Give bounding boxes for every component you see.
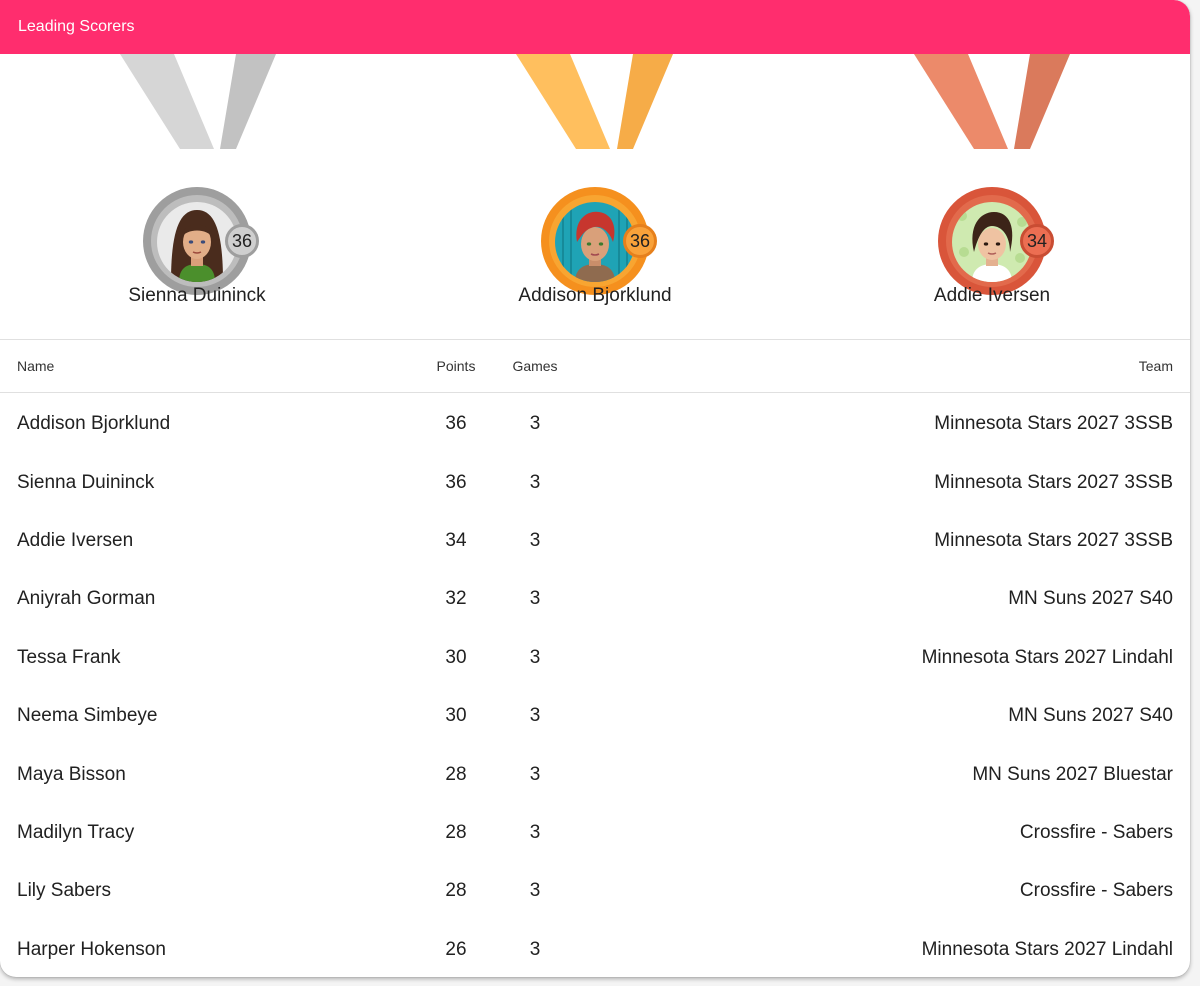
cell-games: 3 xyxy=(529,880,541,902)
column-header-points[interactable]: Points xyxy=(407,340,505,393)
medal-gold[interactable]: 36 Addison Bjorklund xyxy=(445,54,745,339)
cell-points: 34 xyxy=(445,529,467,551)
cell-team: MN Suns 2027 S40 xyxy=(1008,588,1173,610)
cell-team: MN Suns 2027 Bluestar xyxy=(972,763,1173,785)
cell-games: 3 xyxy=(529,763,541,785)
card-header: Leading Scorers xyxy=(0,0,1190,54)
cell-name: Lily Sabers xyxy=(17,880,111,902)
cell-points: 36 xyxy=(445,471,467,493)
cell-games: 3 xyxy=(529,938,541,960)
cell-name: Maya Bisson xyxy=(17,763,126,785)
points-badge: 36 xyxy=(623,224,657,258)
cell-points: 28 xyxy=(445,821,467,843)
podium: 36 Sienna Duininck 36 Addison Bjorklund … xyxy=(0,54,1190,340)
cell-team: Minnesota Stars 2027 3SSB xyxy=(934,471,1173,493)
cell-games: 3 xyxy=(529,705,541,727)
table-row[interactable]: Madilyn Tracy 28 3 Crossfire - Sabers xyxy=(0,804,1190,862)
points-badge: 34 xyxy=(1020,224,1054,258)
cell-games: 3 xyxy=(529,471,541,493)
cell-points: 30 xyxy=(445,646,467,668)
table-row[interactable]: Aniyrah Gorman 32 3 MN Suns 2027 S40 xyxy=(0,570,1190,628)
card-title: Leading Scorers xyxy=(18,18,135,35)
table-row[interactable]: Lily Sabers 28 3 Crossfire - Sabers xyxy=(0,862,1190,920)
cell-games: 3 xyxy=(529,646,541,668)
cell-name: Addison Bjorklund xyxy=(17,413,171,435)
cell-team: Crossfire - Sabers xyxy=(1019,821,1173,843)
medal-bronze[interactable]: 34 Addie Iversen xyxy=(842,54,1142,339)
table-row[interactable]: Harper Hokenson 26 3 Minnesota Stars 202… xyxy=(0,921,1190,977)
cell-games: 3 xyxy=(529,588,541,610)
cell-team: Crossfire - Sabers xyxy=(1019,880,1173,902)
table-row[interactable]: Addie Iversen 34 3 Minnesota Stars 2027 … xyxy=(0,512,1190,570)
column-header-name[interactable]: Name xyxy=(0,340,407,393)
table-row[interactable]: Neema Simbeye 30 3 MN Suns 2027 S40 xyxy=(0,687,1190,745)
cell-team: Minnesota Stars 2027 3SSB xyxy=(934,529,1173,551)
column-header-games[interactable]: Games xyxy=(505,340,565,393)
cell-team: Minnesota Stars 2027 Lindahl xyxy=(921,646,1173,668)
cell-points: 30 xyxy=(445,705,467,727)
leading-scorers-card: Leading Scorers 36 Sienna Duininck 36 Ad… xyxy=(0,0,1190,977)
cell-name: Aniyrah Gorman xyxy=(17,588,156,610)
medal-silver[interactable]: 36 Sienna Duininck xyxy=(47,54,347,339)
table-row[interactable]: Maya Bisson 28 3 MN Suns 2027 Bluestar xyxy=(0,745,1190,803)
table-row[interactable]: Sienna Duininck 36 3 Minnesota Stars 202… xyxy=(0,453,1190,511)
cell-points: 32 xyxy=(445,588,467,610)
scorers-table: Name Points Games Team Addison Bjorklund… xyxy=(0,340,1190,977)
cell-games: 3 xyxy=(529,821,541,843)
table-row[interactable]: Tessa Frank 30 3 Minnesota Stars 2027 Li… xyxy=(0,629,1190,687)
column-header-team[interactable]: Team xyxy=(565,340,1190,393)
cell-name: Addie Iversen xyxy=(17,529,134,551)
medal-player-name[interactable]: Addison Bjorklund xyxy=(445,285,745,307)
cell-team: MN Suns 2027 S40 xyxy=(1008,705,1173,727)
points-badge: 36 xyxy=(225,224,259,258)
cell-name: Tessa Frank xyxy=(17,646,121,668)
cell-team: Minnesota Stars 2027 Lindahl xyxy=(921,938,1173,960)
cell-name: Harper Hokenson xyxy=(17,938,166,960)
cell-name: Madilyn Tracy xyxy=(17,821,135,843)
cell-name: Sienna Duininck xyxy=(17,471,155,493)
cell-points: 28 xyxy=(445,880,467,902)
medal-player-name[interactable]: Sienna Duininck xyxy=(47,285,347,307)
table-row[interactable]: Addison Bjorklund 36 3 Minnesota Stars 2… xyxy=(0,393,1190,454)
table-header-row: Name Points Games Team xyxy=(0,340,1190,393)
cell-team: Minnesota Stars 2027 3SSB xyxy=(934,413,1173,435)
cell-name: Neema Simbeye xyxy=(17,705,158,727)
cell-points: 28 xyxy=(445,763,467,785)
cell-points: 26 xyxy=(445,938,467,960)
cell-points: 36 xyxy=(445,413,467,435)
medal-player-name[interactable]: Addie Iversen xyxy=(842,285,1142,307)
cell-games: 3 xyxy=(529,413,541,435)
cell-games: 3 xyxy=(529,529,541,551)
